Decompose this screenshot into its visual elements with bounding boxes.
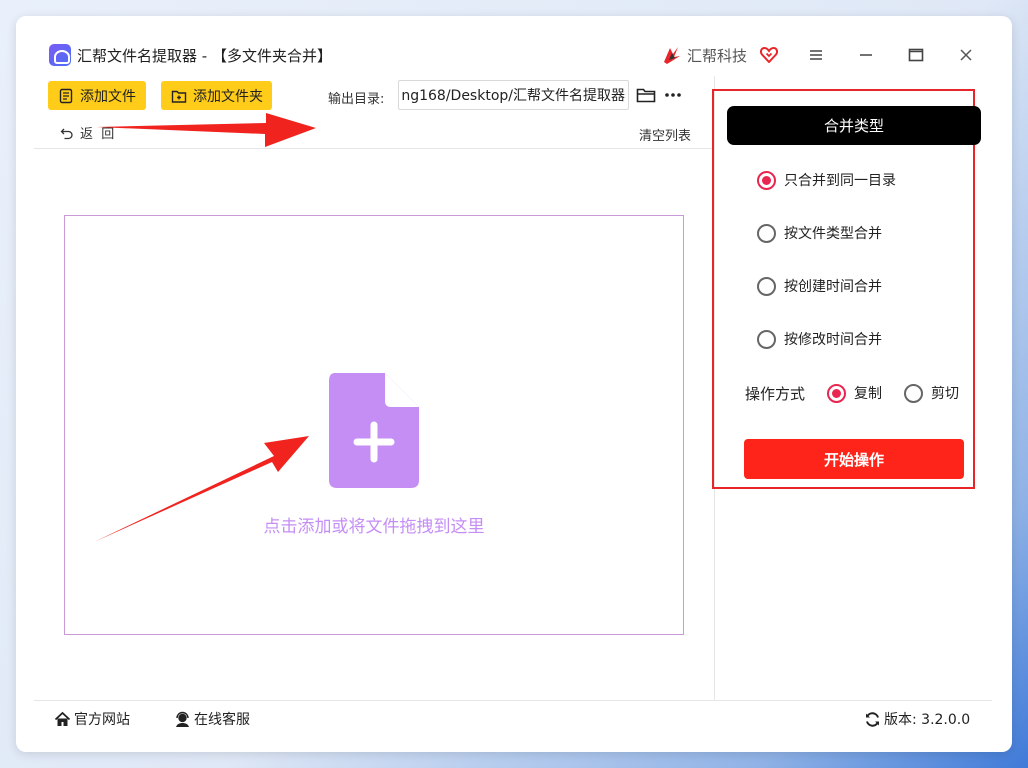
close-icon[interactable] xyxy=(955,44,977,66)
folder-add-icon xyxy=(171,90,187,103)
radio-unselected-icon xyxy=(904,383,923,403)
add-folder-label: 添加文件夹 xyxy=(193,88,263,105)
minimize-icon[interactable] xyxy=(855,44,877,66)
merge-option-label: 按文件类型合并 xyxy=(784,226,882,242)
merge-type-title: 合并类型 xyxy=(727,106,981,145)
official-website-label: 官方网站 xyxy=(74,712,130,728)
output-dir-label: 输出目录: xyxy=(328,92,385,107)
file-add-icon xyxy=(329,373,419,488)
merge-option-same-dir[interactable]: 只合并到同一目录 xyxy=(757,170,896,190)
folder-open-icon[interactable] xyxy=(636,86,656,104)
brand-logo-icon xyxy=(664,47,680,64)
maximize-icon[interactable] xyxy=(905,44,927,66)
operation-option-label: 复制 xyxy=(854,386,882,402)
app-logo-icon xyxy=(49,44,71,66)
merge-option-by-modified-time[interactable]: 按修改时间合并 xyxy=(757,329,882,349)
refresh-icon[interactable] xyxy=(864,711,881,728)
home-icon xyxy=(54,711,71,726)
operation-option-copy[interactable]: 复制 xyxy=(827,383,882,403)
start-operation-button[interactable]: 开始操作 xyxy=(744,439,964,479)
merge-option-label: 按修改时间合并 xyxy=(784,332,882,348)
add-file-label: 添加文件 xyxy=(80,88,136,105)
headset-icon xyxy=(176,711,189,727)
file-drop-zone[interactable]: 点击添加或将文件拖拽到这里 xyxy=(64,215,684,635)
drop-hint-text: 点击添加或将文件拖拽到这里 xyxy=(263,517,485,537)
online-support-link[interactable]: 在线客服 xyxy=(174,709,250,729)
version-text: 版本: 3.2.0.0 xyxy=(884,712,971,728)
merge-option-by-type[interactable]: 按文件类型合并 xyxy=(757,223,882,243)
arrow-to-output-dir xyxy=(96,113,316,147)
divider xyxy=(34,700,992,701)
output-dir-input[interactable] xyxy=(398,80,629,110)
operation-mode-label: 操作方式 xyxy=(745,385,806,403)
radio-selected-icon xyxy=(757,170,776,190)
official-website-link[interactable]: 官方网站 xyxy=(54,709,130,729)
divider xyxy=(34,148,714,149)
app-window: 汇帮文件名提取器 - 【多文件夹合并】 汇帮科技 添加文件 添加文件夹 输出目录… xyxy=(16,16,1012,752)
add-file-button[interactable]: 添加文件 xyxy=(48,81,146,110)
back-button[interactable]: 返 回 xyxy=(60,123,114,142)
back-label: 返 回 xyxy=(80,127,115,142)
operation-option-label: 剪切 xyxy=(931,386,959,402)
brand-name: 汇帮科技 xyxy=(687,47,748,65)
merge-option-by-created-time[interactable]: 按创建时间合并 xyxy=(757,276,882,296)
online-support-label: 在线客服 xyxy=(194,712,250,728)
undo-arrow-icon xyxy=(60,128,73,139)
radio-unselected-icon xyxy=(757,223,776,243)
version-info: 版本: 3.2.0.0 xyxy=(864,709,970,729)
add-folder-button[interactable]: 添加文件夹 xyxy=(161,81,272,110)
title-bar: 汇帮文件名提取器 - 【多文件夹合并】 汇帮科技 xyxy=(16,16,1012,76)
merge-option-label: 按创建时间合并 xyxy=(784,279,882,295)
more-icon[interactable] xyxy=(663,86,683,104)
radio-unselected-icon xyxy=(757,276,776,296)
heart-icon[interactable] xyxy=(760,46,778,63)
menu-icon[interactable] xyxy=(805,44,827,66)
radio-unselected-icon xyxy=(757,329,776,349)
clear-list-button[interactable]: 清空列表 xyxy=(639,125,691,144)
merge-option-label: 只合并到同一目录 xyxy=(784,173,896,189)
operation-option-cut[interactable]: 剪切 xyxy=(904,383,959,403)
radio-selected-icon xyxy=(827,383,846,403)
file-list-icon xyxy=(59,88,73,103)
window-title: 汇帮文件名提取器 - 【多文件夹合并】 xyxy=(77,47,332,65)
